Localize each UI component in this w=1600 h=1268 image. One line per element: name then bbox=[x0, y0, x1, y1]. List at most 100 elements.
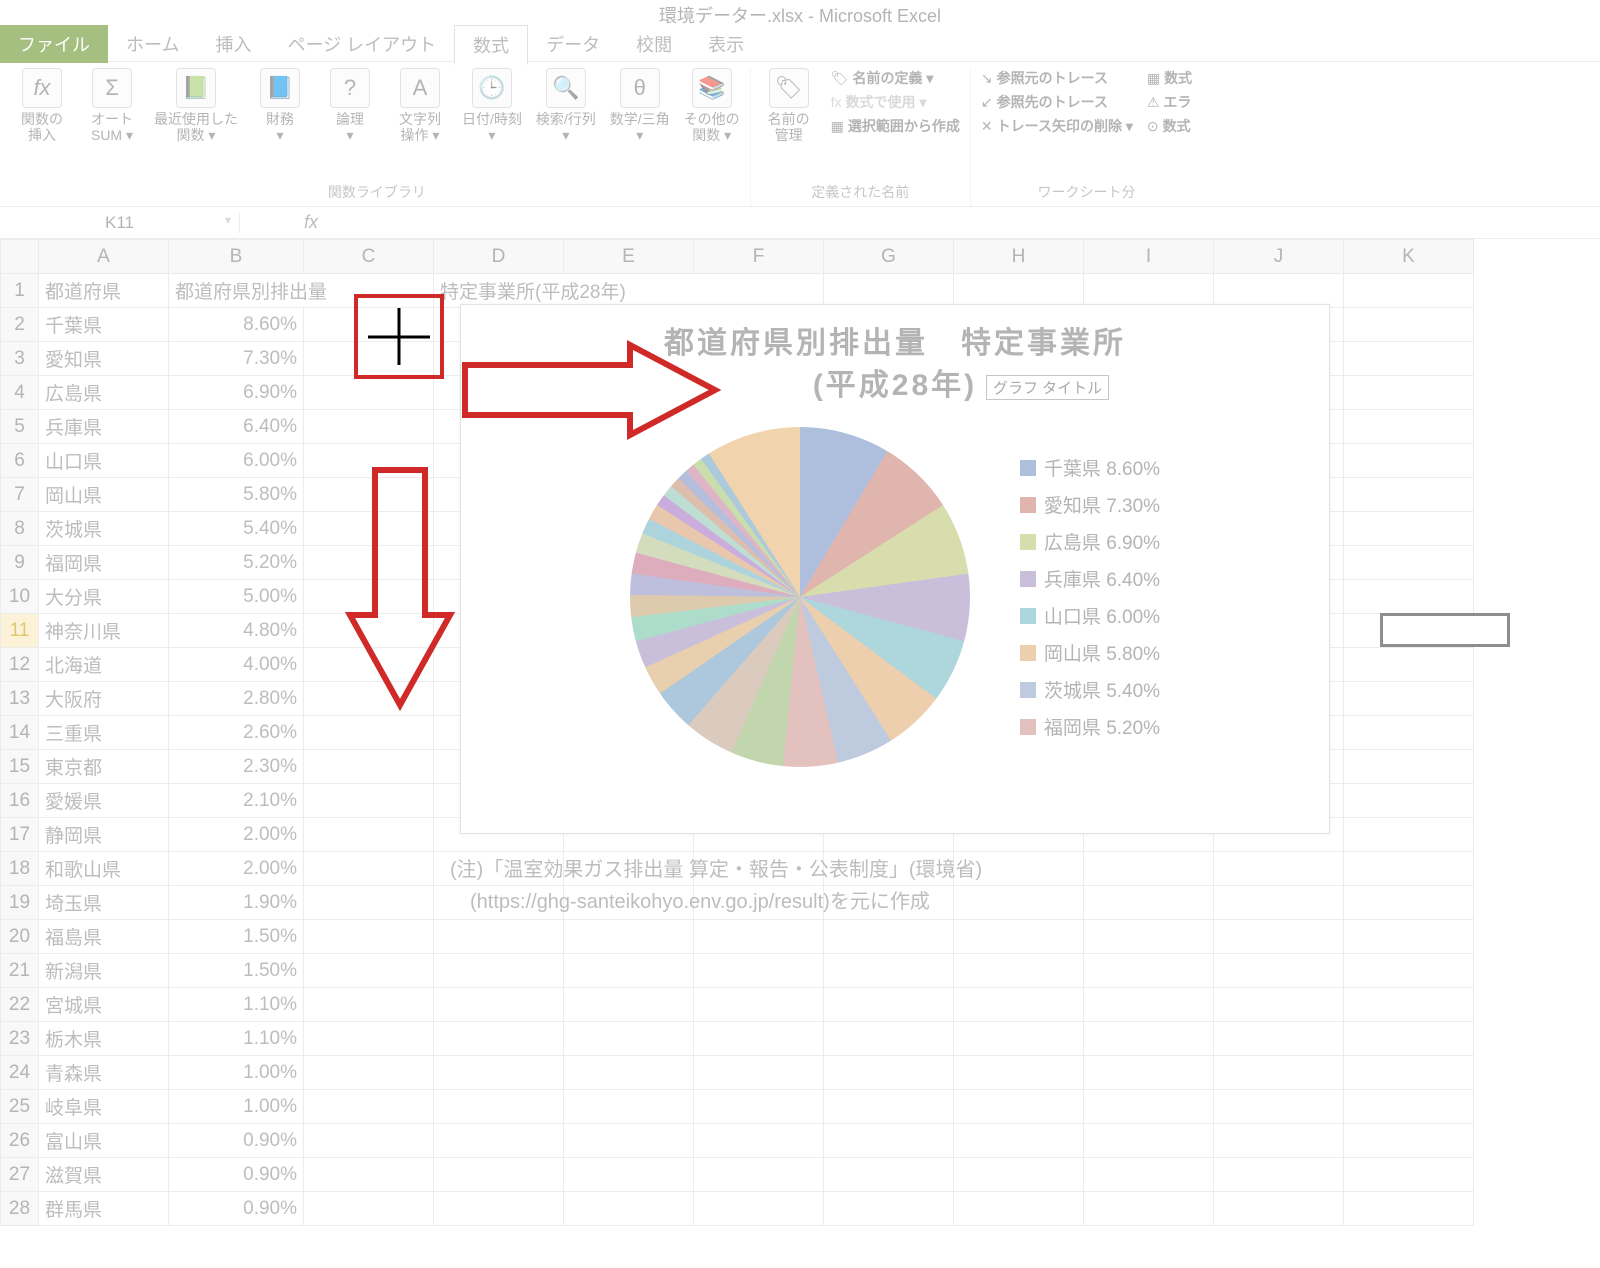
cell[interactable] bbox=[824, 274, 954, 308]
row-header[interactable]: 25 bbox=[1, 1090, 39, 1124]
cell[interactable]: 0.90% bbox=[169, 1158, 304, 1192]
autosum-button[interactable]: Σオート SUM ▾ bbox=[84, 68, 140, 143]
cell[interactable] bbox=[1344, 512, 1474, 546]
row-header[interactable]: 13 bbox=[1, 682, 39, 716]
cell[interactable] bbox=[1344, 444, 1474, 478]
cell[interactable] bbox=[304, 376, 434, 410]
cell[interactable]: 1.10% bbox=[169, 988, 304, 1022]
cell[interactable] bbox=[1214, 988, 1344, 1022]
cell[interactable] bbox=[694, 1022, 824, 1056]
row-header[interactable]: 11 bbox=[1, 614, 39, 648]
cell[interactable] bbox=[1084, 954, 1214, 988]
row-header[interactable]: 10 bbox=[1, 580, 39, 614]
cell[interactable] bbox=[564, 988, 694, 1022]
tab-home[interactable]: ホーム bbox=[108, 25, 197, 63]
cell[interactable] bbox=[954, 1158, 1084, 1192]
cell[interactable] bbox=[824, 1022, 954, 1056]
cell[interactable] bbox=[1084, 920, 1214, 954]
cell[interactable]: 宮城県 bbox=[39, 988, 169, 1022]
row-header[interactable]: 8 bbox=[1, 512, 39, 546]
cell[interactable] bbox=[1344, 716, 1474, 750]
cell[interactable]: 2.80% bbox=[169, 682, 304, 716]
cell[interactable] bbox=[1214, 920, 1344, 954]
cell[interactable] bbox=[1084, 1192, 1214, 1226]
tab-insert[interactable]: 挿入 bbox=[197, 25, 269, 63]
cell[interactable] bbox=[1084, 1022, 1214, 1056]
financial-button[interactable]: 📘財務 ▾ bbox=[252, 68, 308, 143]
row-header[interactable]: 21 bbox=[1, 954, 39, 988]
cell[interactable] bbox=[304, 920, 434, 954]
cell[interactable]: 1.00% bbox=[169, 1090, 304, 1124]
cell[interactable] bbox=[1344, 274, 1474, 308]
row-header[interactable]: 9 bbox=[1, 546, 39, 580]
remove-arrows-button[interactable]: ✕ トレース矢印の削除 ▾ bbox=[981, 116, 1133, 136]
cell[interactable]: 1.50% bbox=[169, 954, 304, 988]
cell[interactable] bbox=[1214, 1056, 1344, 1090]
cell[interactable]: 愛知県 bbox=[39, 342, 169, 376]
cell[interactable]: 滋賀県 bbox=[39, 1158, 169, 1192]
cell[interactable] bbox=[824, 954, 954, 988]
cell[interactable]: 1.10% bbox=[169, 1022, 304, 1056]
cell[interactable] bbox=[1344, 852, 1474, 886]
cell[interactable] bbox=[564, 954, 694, 988]
cell[interactable]: 6.40% bbox=[169, 410, 304, 444]
cell[interactable] bbox=[1344, 988, 1474, 1022]
cell[interactable] bbox=[434, 1022, 564, 1056]
cell[interactable] bbox=[1344, 682, 1474, 716]
cell[interactable] bbox=[1214, 1158, 1344, 1192]
logical-button[interactable]: ?論理 ▾ bbox=[322, 68, 378, 143]
cell[interactable] bbox=[304, 1056, 434, 1090]
row-header[interactable]: 28 bbox=[1, 1192, 39, 1226]
cell[interactable]: 1.50% bbox=[169, 920, 304, 954]
cell[interactable] bbox=[1344, 886, 1474, 920]
cell[interactable] bbox=[1214, 852, 1344, 886]
cell[interactable] bbox=[1344, 1090, 1474, 1124]
cell[interactable] bbox=[1344, 1124, 1474, 1158]
cell[interactable] bbox=[954, 920, 1084, 954]
cell[interactable] bbox=[1084, 886, 1214, 920]
cell[interactable] bbox=[434, 1090, 564, 1124]
tab-formulas[interactable]: 数式 bbox=[454, 25, 528, 65]
cell[interactable] bbox=[1344, 648, 1474, 682]
row-header[interactable]: 19 bbox=[1, 886, 39, 920]
row-header[interactable]: 3 bbox=[1, 342, 39, 376]
tab-layout[interactable]: ページ レイアウト bbox=[269, 25, 454, 63]
cell[interactable] bbox=[304, 988, 434, 1022]
cell[interactable] bbox=[694, 1124, 824, 1158]
cell[interactable]: 5.80% bbox=[169, 478, 304, 512]
cell[interactable]: 2.10% bbox=[169, 784, 304, 818]
cell[interactable] bbox=[304, 1124, 434, 1158]
row-header[interactable]: 26 bbox=[1, 1124, 39, 1158]
row-header[interactable]: 14 bbox=[1, 716, 39, 750]
cell[interactable] bbox=[564, 1056, 694, 1090]
cell[interactable]: 特定事業所(平成28年) bbox=[434, 274, 824, 308]
cell[interactable]: 1.90% bbox=[169, 886, 304, 920]
legend-item[interactable]: 千葉県 8.60% bbox=[1020, 454, 1160, 481]
cell[interactable] bbox=[1084, 1090, 1214, 1124]
cell[interactable] bbox=[1344, 546, 1474, 580]
cell[interactable] bbox=[1344, 784, 1474, 818]
cell[interactable] bbox=[434, 1192, 564, 1226]
error-check-button[interactable]: ⚠ エラ bbox=[1147, 92, 1192, 112]
cell[interactable]: 福岡県 bbox=[39, 546, 169, 580]
column-header[interactable]: C bbox=[304, 240, 434, 274]
cell[interactable] bbox=[1214, 1192, 1344, 1226]
row-header[interactable]: 1 bbox=[1, 274, 39, 308]
cell[interactable] bbox=[564, 1158, 694, 1192]
cell[interactable] bbox=[434, 920, 564, 954]
cell[interactable] bbox=[564, 1022, 694, 1056]
insert-function-button[interactable]: fx関数の 挿入 bbox=[14, 68, 70, 143]
legend-item[interactable]: 茨城県 5.40% bbox=[1020, 676, 1160, 703]
evaluate-button[interactable]: ⊙ 数式 bbox=[1147, 116, 1192, 136]
cell[interactable]: 東京都 bbox=[39, 750, 169, 784]
row-header[interactable]: 15 bbox=[1, 750, 39, 784]
cell[interactable] bbox=[694, 1056, 824, 1090]
cell[interactable] bbox=[1084, 1124, 1214, 1158]
cell[interactable] bbox=[1344, 308, 1474, 342]
cell[interactable]: 7.30% bbox=[169, 342, 304, 376]
row-header[interactable]: 2 bbox=[1, 308, 39, 342]
cell[interactable]: 都道府県 bbox=[39, 274, 169, 308]
cell[interactable] bbox=[1344, 342, 1474, 376]
trace-precedents-button[interactable]: ↘ 参照元のトレース bbox=[981, 68, 1133, 88]
cell[interactable] bbox=[304, 750, 434, 784]
